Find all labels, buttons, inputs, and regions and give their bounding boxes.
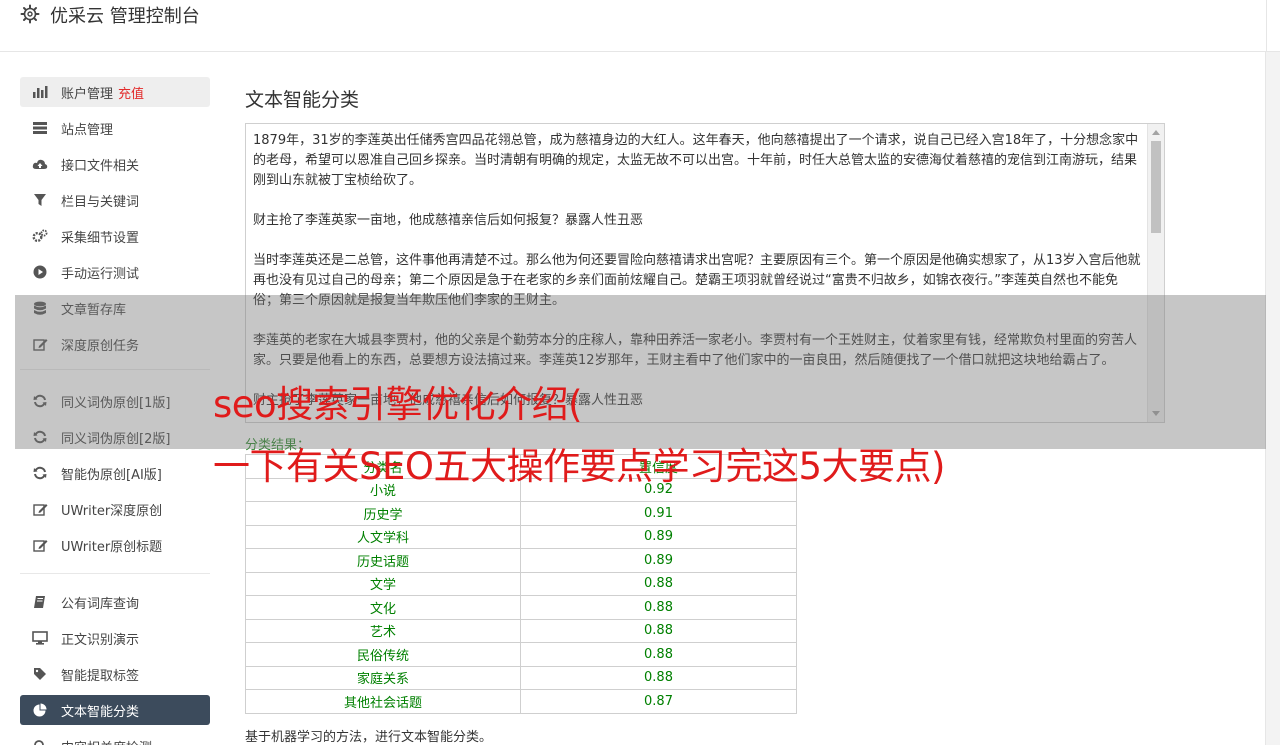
sidebar-item-label: 公有词库查询 — [61, 596, 140, 612]
sidebar-item-account[interactable]: 账户管理 充值 — [20, 77, 210, 107]
confidence-cell: 0.91 — [520, 501, 797, 526]
category-cell: 艺术 — [245, 618, 521, 643]
table-row: 民俗传统 0.88 — [245, 642, 797, 667]
category-cell: 其他社会话题 — [245, 689, 521, 714]
cloud-upload-icon — [32, 156, 48, 172]
sidebar-item-label: 接口文件相关 — [61, 158, 140, 174]
app-title: 优采云 管理控制台 — [50, 6, 200, 27]
confidence-cell: 0.88 — [520, 618, 797, 643]
sidebar-item-label: 手动运行测试 — [61, 266, 140, 282]
play-icon — [32, 264, 48, 280]
scrollbar-thumb[interactable] — [1151, 141, 1161, 233]
sidebar-item-body-recognition[interactable]: 正文识别演示 — [20, 623, 210, 653]
sidebar-item-collect-settings[interactable]: 采集细节设置 — [20, 221, 210, 251]
sidebar-item-uwriter-title[interactable]: UWriter原创标题 — [20, 530, 210, 560]
page-title: 文本智能分类 — [245, 89, 360, 111]
confidence-cell: 0.88 — [520, 642, 797, 667]
sidebar-item-label: 采集细节设置 — [61, 230, 140, 246]
confidence-cell: 0.88 — [520, 665, 797, 690]
table-row: 文学 0.88 — [245, 571, 797, 596]
table-row: 艺术 0.88 — [245, 618, 797, 643]
sidebar-item-relevance-check[interactable]: 内容相关度检测 — [20, 731, 210, 745]
top-bar: 优采云 管理控制台 — [0, 0, 1280, 52]
category-cell: 民俗传统 — [245, 642, 521, 667]
confidence-cell: 0.89 — [520, 524, 797, 549]
sidebar-item-columns-keywords[interactable]: 栏目与关键词 — [20, 185, 210, 215]
category-cell: 历史话题 — [245, 548, 521, 573]
category-cell: 文学 — [245, 571, 521, 596]
filter-icon — [32, 192, 48, 208]
sidebar-item-label: 栏目与关键词 — [61, 194, 140, 210]
sidebar-item-uwriter-deep[interactable]: UWriter深度原创 — [20, 494, 210, 524]
divider — [1266, 0, 1267, 52]
sidebar-item-public-lexicon[interactable]: 公有词库查询 — [20, 587, 210, 617]
cogs-icon — [32, 228, 48, 244]
category-cell: 历史学 — [245, 501, 521, 526]
sidebar-item-label: 文本智能分类 — [61, 704, 140, 720]
bar-chart-icon — [32, 84, 48, 100]
edit-icon — [32, 537, 48, 553]
sidebar-item-label: UWriter原创标题 — [61, 539, 163, 555]
sidebar-item-manual-run[interactable]: 手动运行测试 — [20, 257, 210, 287]
table-row: 文化 0.88 — [245, 595, 797, 620]
scroll-up-arrow-icon[interactable] — [1152, 130, 1160, 135]
tag-icon — [32, 666, 48, 682]
description-text: 基于机器学习的方法，进行文本智能分类。 — [245, 730, 493, 745]
sidebar-item-label: 站点管理 — [61, 122, 114, 138]
pie-chart-icon — [32, 702, 48, 718]
server-icon — [32, 120, 48, 136]
sidebar-item-label: 账户管理 — [61, 86, 114, 102]
sidebar-item-smart-tags[interactable]: 智能提取标签 — [20, 659, 210, 689]
table-row: 家庭关系 0.88 — [245, 665, 797, 690]
confidence-cell: 0.87 — [520, 689, 797, 714]
refresh-icon — [32, 465, 48, 481]
table-row: 历史话题 0.89 — [245, 548, 797, 573]
confidence-cell: 0.88 — [520, 571, 797, 596]
sidebar-item-label: 智能提取标签 — [61, 668, 140, 684]
sidebar-item-interface-files[interactable]: 接口文件相关 — [20, 149, 210, 179]
sidebar-item-text-classification[interactable]: 文本智能分类 — [20, 695, 210, 725]
sidebar-item-sites[interactable]: 站点管理 — [20, 113, 210, 143]
confidence-cell: 0.88 — [520, 595, 797, 620]
desktop-icon — [32, 630, 48, 646]
headline-line-2: 一下有关SEO五大操作要点学习完这5大要点) — [213, 445, 945, 488]
table-row: 其他社会话题 0.87 — [245, 689, 797, 714]
sidebar-item-ai-rewrite[interactable]: 智能伪原创[AI版] — [20, 458, 210, 488]
confidence-cell: 0.89 — [520, 548, 797, 573]
sidebar-divider — [20, 573, 210, 574]
sidebar-item-label: 智能伪原创[AI版] — [61, 467, 162, 483]
book-icon — [32, 594, 48, 610]
edit-icon — [32, 501, 48, 517]
headline-line-1: seo搜索引擎优化介绍( — [213, 383, 583, 426]
category-cell: 家庭关系 — [245, 665, 521, 690]
search-icon — [32, 738, 48, 745]
gear-icon — [20, 4, 40, 24]
table-row: 人文学科 0.89 — [245, 524, 797, 549]
classification-table: 分类名 置信度 小说 0.92 历史学 0.91 人文学科 0.89 历史话题 0.89… — [245, 454, 797, 714]
overlay-banner — [15, 295, 1266, 449]
recharge-link[interactable]: 充值 — [118, 83, 144, 102]
category-cell: 文化 — [245, 595, 521, 620]
sidebar-item-label: 内容相关度检测 — [61, 737, 152, 745]
table-row: 历史学 0.91 — [245, 501, 797, 526]
sidebar-item-label: UWriter深度原创 — [61, 503, 163, 519]
category-cell: 人文学科 — [245, 524, 521, 549]
sidebar-item-label: 正文识别演示 — [61, 632, 140, 648]
